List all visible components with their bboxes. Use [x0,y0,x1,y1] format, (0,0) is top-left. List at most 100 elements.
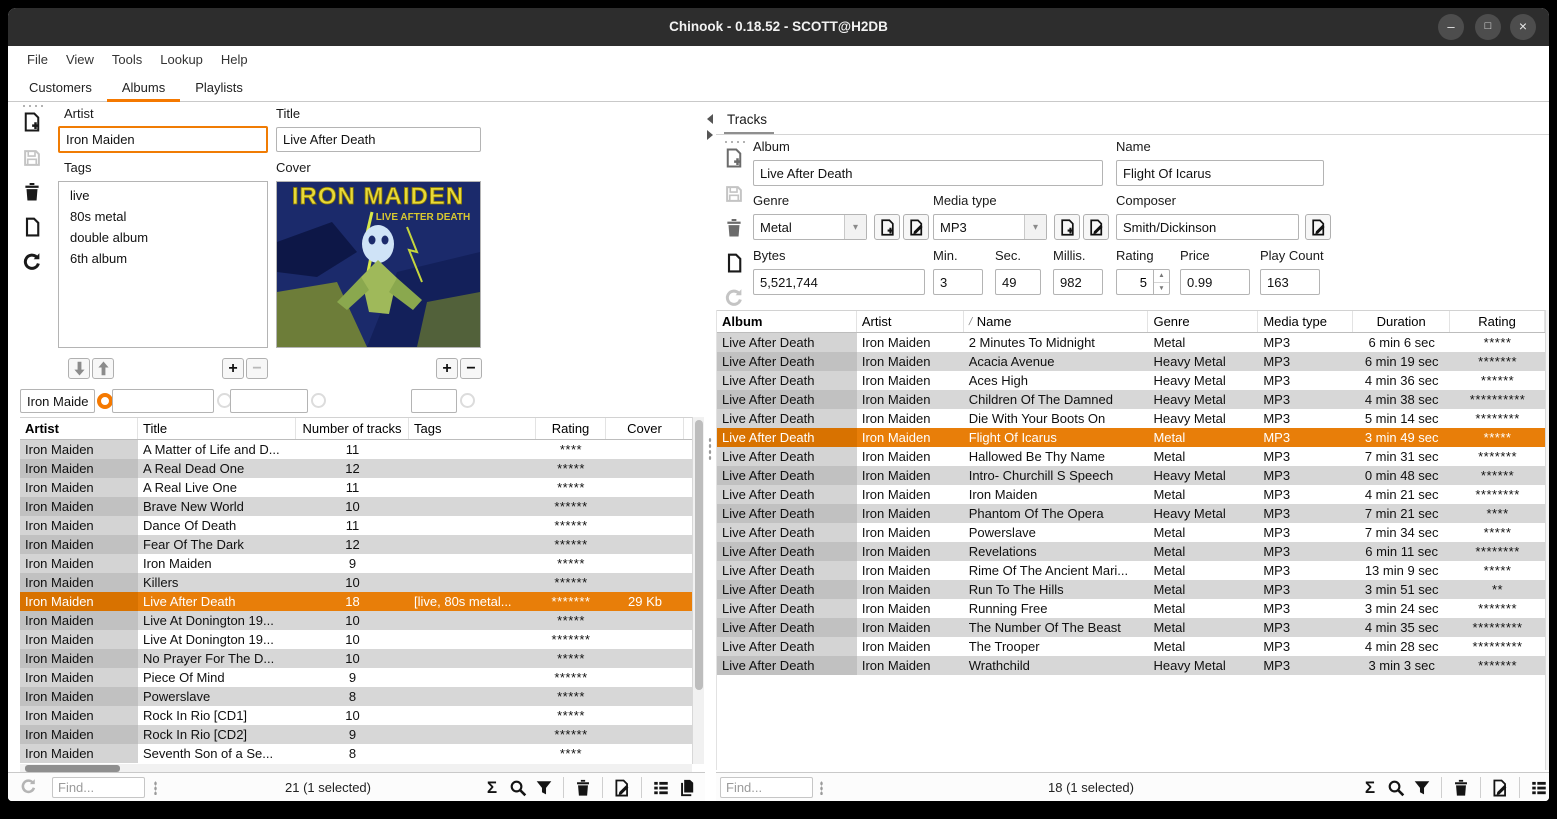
table-row[interactable]: Iron MaidenDance Of Death11****** [20,516,692,535]
rating-value[interactable]: 5 [1116,269,1154,295]
table-row[interactable]: Live After DeathIron MaidenIron MaidenMe… [717,485,1545,504]
cover-add-button[interactable]: + [436,358,458,379]
media-type-add-button[interactable] [1054,214,1080,240]
collapse-right-icon[interactable] [707,130,713,140]
tab-playlists[interactable]: Playlists [180,72,258,102]
delete-icon[interactable] [573,778,593,798]
refresh-icon[interactable] [724,288,746,310]
filter-tracks-radio[interactable] [311,393,326,408]
spin-up-icon[interactable]: ▲ [1154,270,1169,283]
table-row[interactable]: Live After DeathIron MaidenHallowed Be T… [717,447,1545,466]
column-header-rating[interactable]: Rating [536,418,606,439]
filter-title-input[interactable] [112,389,214,413]
min-input[interactable] [933,269,983,295]
genre-combobox[interactable]: Metal ▾ [753,214,867,240]
composer-input[interactable] [1116,214,1299,240]
tag-item[interactable]: 80s metal [59,206,267,227]
sum-icon[interactable]: Σ [1360,778,1380,798]
table-row[interactable]: Iron MaidenLive At Donington 19...10****… [20,630,692,649]
tab-albums[interactable]: Albums [107,72,180,102]
genre-add-button[interactable] [874,214,900,240]
filter-icon[interactable] [1412,778,1432,798]
filter-artist-input[interactable] [20,389,95,413]
table-row[interactable]: Iron MaidenFear Of The Dark12****** [20,535,692,554]
table-row[interactable]: Live After DeathIron MaidenIntro- Church… [717,466,1545,485]
price-input[interactable] [1180,269,1250,295]
duplicate-icon[interactable] [724,253,746,275]
sum-icon[interactable]: Σ [482,778,502,798]
tag-move-up-button[interactable] [92,358,114,379]
tracks-table-vscrollbar[interactable] [1545,310,1549,770]
collapse-left-icon[interactable] [707,114,713,124]
column-header-tags[interactable]: Tags [409,418,536,439]
table-row[interactable]: Live After DeathIron Maiden2 Minutes To … [717,333,1545,352]
cover-remove-button[interactable]: − [460,358,482,379]
table-row[interactable]: Iron MaidenLive At Donington 19...10****… [20,611,692,630]
list-icon[interactable] [651,778,671,798]
menu-help[interactable]: Help [212,52,257,67]
refresh-icon[interactable] [22,252,44,274]
save-icon[interactable] [22,148,44,170]
artist-input[interactable] [58,126,268,153]
sec-input[interactable] [995,269,1041,295]
table-row[interactable]: Iron MaidenIron Maiden9***** [20,554,692,573]
new-record-icon[interactable] [22,112,44,134]
menu-file[interactable]: File [18,52,57,67]
media-type-combobox[interactable]: MP3 ▾ [933,214,1047,240]
spin-down-icon[interactable]: ▼ [1154,283,1169,295]
filter-rating-radio[interactable] [460,393,475,408]
column-header-media[interactable]: Media type [1258,311,1353,332]
table-row[interactable]: Live After DeathIron MaidenAcacia Avenue… [717,352,1545,371]
table-row[interactable]: Iron MaidenA Real Dead One12***** [20,459,692,478]
panel-splitter[interactable] [705,102,716,801]
table-row[interactable]: Live After DeathIron MaidenDie With Your… [717,409,1545,428]
bytes-input[interactable] [753,269,925,295]
splitter-drag-handle[interactable] [708,437,712,461]
delete-icon[interactable] [1451,778,1471,798]
table-row[interactable]: Live After DeathIron MaidenRunning FreeM… [717,599,1545,618]
chevron-down-icon[interactable]: ▾ [844,215,866,239]
delete-icon[interactable] [724,218,746,240]
table-row[interactable]: Iron MaidenKillers10****** [20,573,692,592]
column-header-artist[interactable]: Artist [20,418,138,439]
list-icon[interactable] [1529,778,1549,798]
column-header-duration[interactable]: Duration [1353,311,1450,332]
tag-remove-button[interactable]: − [246,358,268,379]
minimize-button[interactable]: – [1438,14,1464,40]
filter-icon[interactable] [534,778,554,798]
delete-icon[interactable] [22,182,44,204]
genre-edit-button[interactable] [903,214,929,240]
table-row[interactable]: Live After DeathIron MaidenWrathchildHea… [717,656,1545,675]
column-header-genre[interactable]: Genre [1148,311,1258,332]
table-row[interactable]: Live After DeathIron MaidenPowerslaveMet… [717,523,1545,542]
menu-view[interactable]: View [57,52,103,67]
table-row[interactable]: Iron MaidenPiece Of Mind9****** [20,668,692,687]
play-count-input[interactable] [1260,269,1320,295]
column-header-title[interactable]: Title [138,418,296,439]
column-header-cover[interactable]: Cover [606,418,684,439]
rating-stepper[interactable]: 5 ▲▼ [1116,269,1170,295]
new-record-icon[interactable] [724,148,746,170]
table-row[interactable]: Iron MaidenLive After Death18[live, 80s … [20,592,692,611]
filter-tracks-input[interactable] [230,389,308,413]
table-row[interactable]: Iron MaidenSeventh Son of a Se...8**** [20,744,692,763]
tag-move-down-button[interactable] [68,358,90,379]
table-row[interactable]: Live After DeathIron MaidenRevelationsMe… [717,542,1545,561]
close-button[interactable]: × [1510,14,1536,40]
albums-table-vscrollbar[interactable] [692,417,704,764]
table-row[interactable]: Live After DeathIron MaidenRun To The Hi… [717,580,1545,599]
menu-lookup[interactable]: Lookup [151,52,212,67]
column-header-artist[interactable]: Artist [857,311,964,332]
album-title-input[interactable] [276,127,481,152]
tag-add-button[interactable]: + [222,358,244,379]
composer-edit-button[interactable] [1305,214,1331,240]
tag-item[interactable]: double album [59,227,267,248]
column-header-rating[interactable]: Rating [1450,311,1545,332]
search-icon[interactable] [508,778,528,798]
table-row[interactable]: Iron MaidenA Real Live One11***** [20,478,692,497]
table-row[interactable]: Iron MaidenNo Prayer For The D...10***** [20,649,692,668]
tag-item[interactable]: live [59,185,267,206]
duplicate-icon[interactable] [22,217,44,239]
filter-artist-radio[interactable] [97,393,113,409]
chevron-down-icon[interactable]: ▾ [1024,215,1046,239]
